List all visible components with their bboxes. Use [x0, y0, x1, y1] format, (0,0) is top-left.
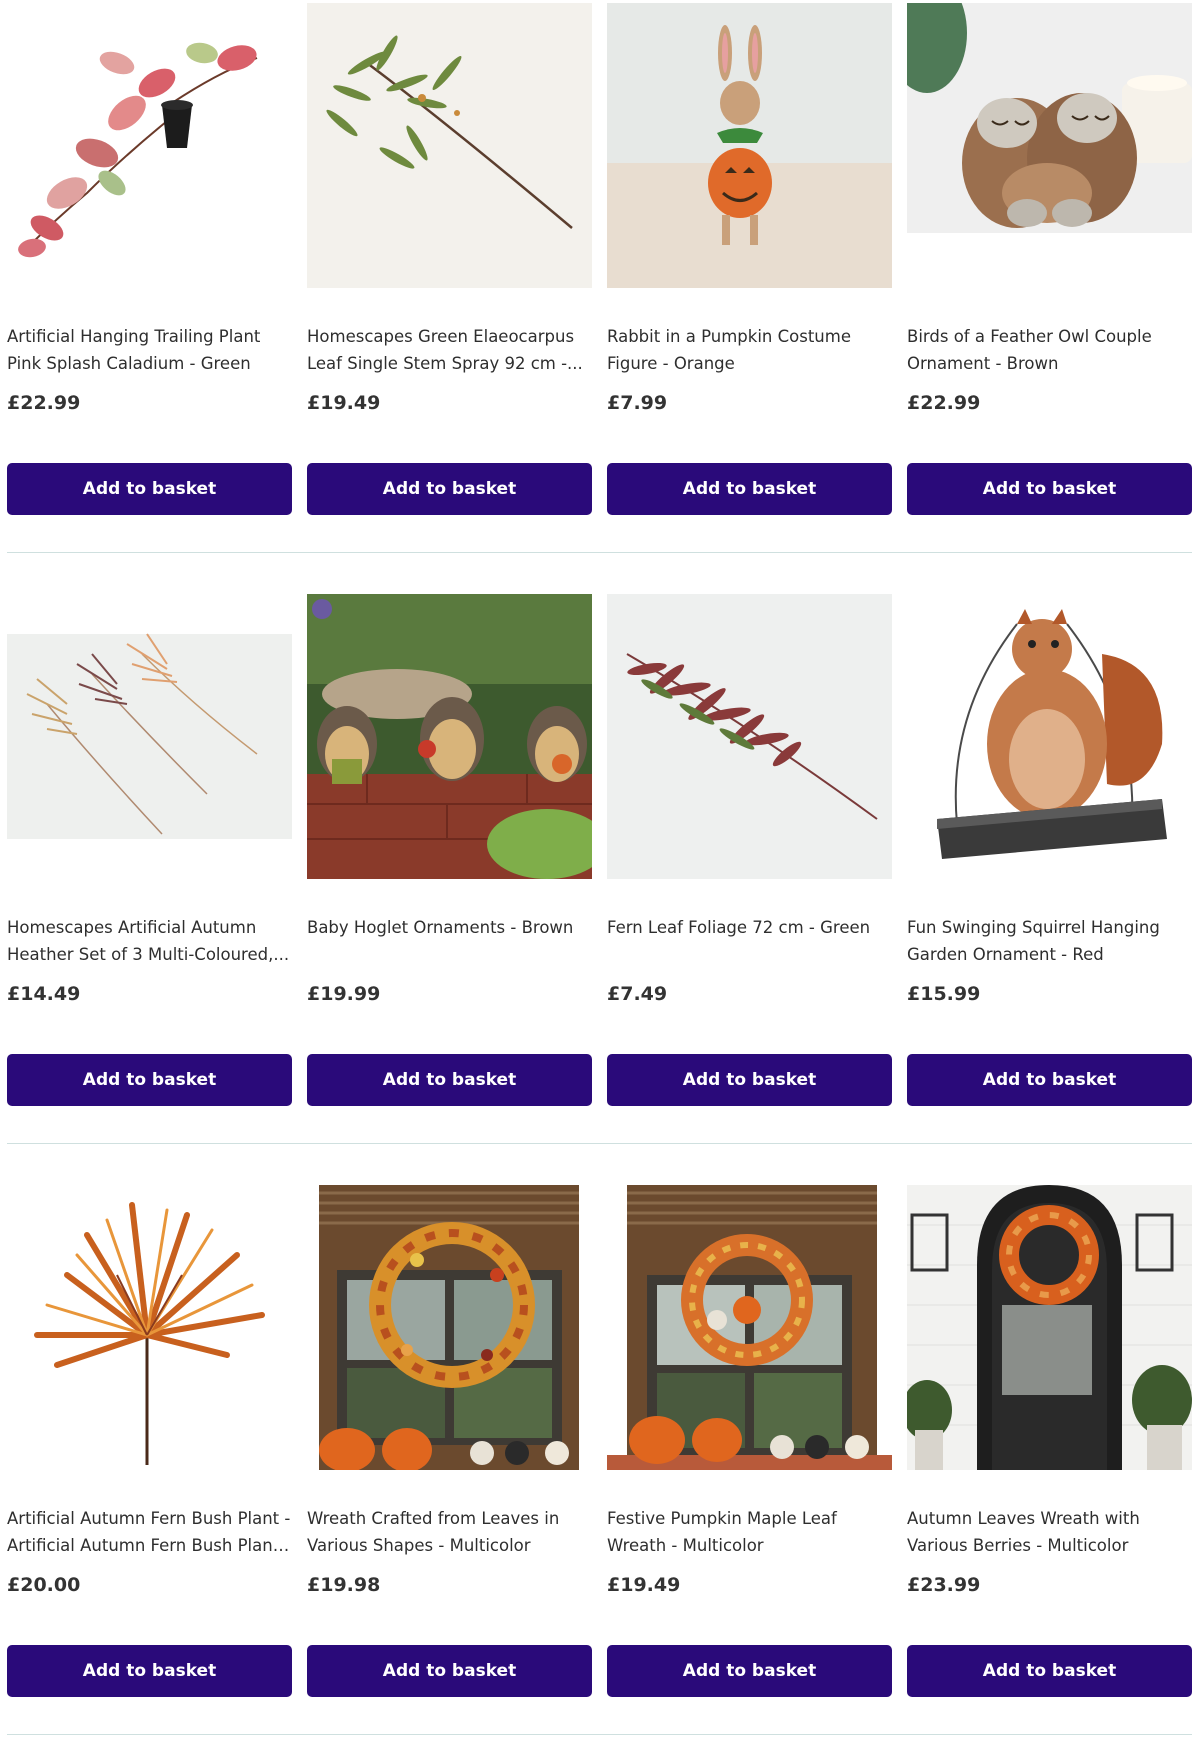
- product-price: £22.99: [907, 392, 981, 414]
- product-card: Birds of a Feather Owl Couple Ornament -…: [907, 3, 1192, 575]
- product-price: £14.49: [7, 983, 81, 1005]
- product-title[interactable]: Festive Pumpkin Maple Leaf Wreath - Mult…: [607, 1505, 892, 1559]
- product-price: £20.00: [7, 1574, 81, 1596]
- product-title[interactable]: Homescapes Green Elaeocarpus Leaf Single…: [307, 323, 592, 377]
- product-row-1: Artificial Hanging Trailing Plant Pink S…: [7, 3, 1192, 575]
- product-price: £22.99: [7, 392, 81, 414]
- product-price: £15.99: [907, 983, 981, 1005]
- add-to-basket-button[interactable]: Add to basket: [907, 1054, 1192, 1106]
- product-price: £7.99: [607, 392, 668, 414]
- product-row-2: Homescapes Artificial Autumn Heather Set…: [7, 594, 1192, 1166]
- product-title[interactable]: Wreath Crafted from Leaves in Various Sh…: [307, 1505, 592, 1559]
- product-price: £19.49: [607, 1574, 681, 1596]
- product-price: £23.99: [907, 1574, 981, 1596]
- product-card: Baby Hoglet Ornaments - Brown £19.99 Add…: [307, 594, 592, 1166]
- product-image-pumpkin-maple-wreath[interactable]: [607, 1185, 892, 1470]
- add-to-basket-button[interactable]: Add to basket: [907, 1645, 1192, 1697]
- product-title[interactable]: Birds of a Feather Owl Couple Ornament -…: [907, 323, 1192, 377]
- product-title[interactable]: Artificial Hanging Trailing Plant Pink S…: [7, 323, 292, 377]
- product-card: Wreath Crafted from Leaves in Various Sh…: [307, 1185, 592, 1740]
- product-card: Homescapes Artificial Autumn Heather Set…: [7, 594, 292, 1166]
- product-image-caladium-plant[interactable]: [7, 3, 292, 288]
- product-card: Artificial Hanging Trailing Plant Pink S…: [7, 3, 292, 575]
- product-title[interactable]: Fun Swinging Squirrel Hanging Garden Orn…: [907, 914, 1192, 968]
- row-divider: [7, 1143, 1192, 1144]
- add-to-basket-button[interactable]: Add to basket: [907, 463, 1192, 515]
- product-image-autumn-fern-bush[interactable]: [7, 1185, 292, 1470]
- product-price: £19.49: [307, 392, 381, 414]
- product-image-leaf-wreath[interactable]: [307, 1185, 592, 1470]
- add-to-basket-button[interactable]: Add to basket: [607, 1054, 892, 1106]
- product-card: Rabbit in a Pumpkin Costume Figure - Ora…: [607, 3, 892, 575]
- add-to-basket-button[interactable]: Add to basket: [7, 1054, 292, 1106]
- product-image-hoglet-ornaments[interactable]: [307, 594, 592, 879]
- product-card: Autumn Leaves Wreath with Various Berrie…: [907, 1185, 1192, 1740]
- product-card: Festive Pumpkin Maple Leaf Wreath - Mult…: [607, 1185, 892, 1740]
- add-to-basket-button[interactable]: Add to basket: [307, 463, 592, 515]
- add-to-basket-button[interactable]: Add to basket: [607, 463, 892, 515]
- row-divider: [7, 1734, 1192, 1735]
- product-image-swinging-squirrel[interactable]: [907, 594, 1192, 879]
- product-title[interactable]: Autumn Leaves Wreath with Various Berrie…: [907, 1505, 1192, 1559]
- product-image-berry-wreath[interactable]: [907, 1185, 1192, 1470]
- product-image-owl-couple[interactable]: [907, 3, 1192, 288]
- product-card: Fun Swinging Squirrel Hanging Garden Orn…: [907, 594, 1192, 1166]
- product-card: Homescapes Green Elaeocarpus Leaf Single…: [307, 3, 592, 575]
- product-price: £7.49: [607, 983, 668, 1005]
- product-card: Fern Leaf Foliage 72 cm - Green £7.49 Ad…: [607, 594, 892, 1166]
- product-card: Artificial Autumn Fern Bush Plant - Arti…: [7, 1185, 292, 1740]
- add-to-basket-button[interactable]: Add to basket: [7, 463, 292, 515]
- row-divider: [7, 552, 1192, 553]
- product-title[interactable]: Fern Leaf Foliage 72 cm - Green: [607, 914, 892, 941]
- product-image-rabbit-pumpkin[interactable]: [607, 3, 892, 288]
- product-row-3: Artificial Autumn Fern Bush Plant - Arti…: [7, 1185, 1192, 1740]
- product-image-fern-leaf[interactable]: [607, 594, 892, 879]
- product-price: £19.99: [307, 983, 381, 1005]
- product-title[interactable]: Baby Hoglet Ornaments - Brown: [307, 914, 592, 941]
- add-to-basket-button[interactable]: Add to basket: [607, 1645, 892, 1697]
- product-title[interactable]: Rabbit in a Pumpkin Costume Figure - Ora…: [607, 323, 892, 377]
- add-to-basket-button[interactable]: Add to basket: [307, 1054, 592, 1106]
- add-to-basket-button[interactable]: Add to basket: [307, 1645, 592, 1697]
- product-price: £19.98: [307, 1574, 381, 1596]
- product-image-elaeocarpus-spray[interactable]: [307, 3, 592, 288]
- product-title[interactable]: Artificial Autumn Fern Bush Plant - Arti…: [7, 1505, 292, 1559]
- product-title[interactable]: Homescapes Artificial Autumn Heather Set…: [7, 914, 292, 968]
- product-image-autumn-heather[interactable]: [7, 594, 292, 879]
- add-to-basket-button[interactable]: Add to basket: [7, 1645, 292, 1697]
